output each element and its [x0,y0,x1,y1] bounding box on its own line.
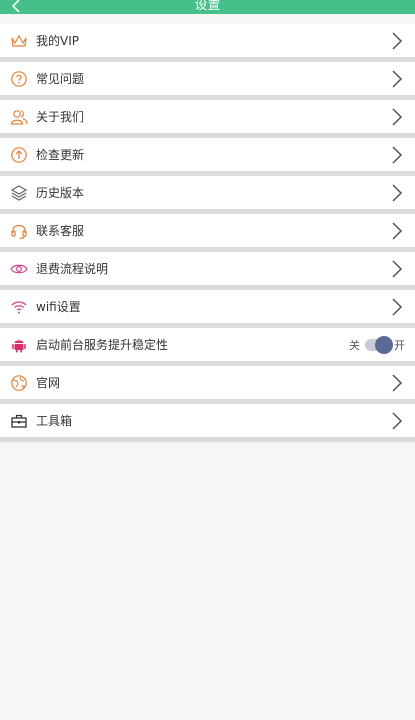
row-label: 历史版本 [36,186,85,200]
chevron-right-icon [391,221,403,241]
chevron-right-icon [391,107,403,127]
row-label: 我的VIP [36,34,79,48]
toggle-on-label: 开 [394,338,405,352]
chevron-right-icon [391,297,403,317]
row-toolbox[interactable]: 工具箱 [0,404,415,442]
globe-icon [10,374,28,392]
row-label: 退费流程说明 [36,262,109,276]
chevron-right-icon [391,69,403,89]
page-title: 设置 [194,0,221,13]
upload-icon [10,146,28,164]
row-label: 联系客服 [36,224,85,238]
chevron-right-icon [391,259,403,279]
row-label: 常见问题 [36,72,85,86]
row-label: wifi设置 [36,300,81,314]
crown-icon [10,32,28,50]
toggle-knob [375,335,393,354]
chevron-right-icon [391,373,403,393]
toolbox-icon [10,412,28,430]
row-about-us[interactable]: 关于我们 [0,100,415,138]
layers-icon [10,184,28,202]
row-label: 关于我们 [36,110,85,124]
chevron-right-icon [391,411,403,431]
chevron-right-icon [391,31,403,51]
row-refund-process[interactable]: 退费流程说明 [0,252,415,290]
row-label: 工具箱 [36,414,73,428]
row-my-vip[interactable]: 我的VIP [0,24,415,62]
foreground-service-toggle[interactable] [365,335,393,354]
people-icon [10,108,28,126]
toggle-off-label: 关 [349,338,360,352]
settings-list: 我的VIP 常见问题 关于我们 检查更新 历史版本 联系客服 退费流程说明 wi… [0,24,415,442]
top-bar: 设置 [0,0,415,14]
chevron-right-icon [391,183,403,203]
row-faq[interactable]: 常见问题 [0,62,415,100]
row-label: 官网 [36,376,61,390]
foreground-service-toggle-group: 关 开 [349,335,405,354]
row-check-update[interactable]: 检查更新 [0,138,415,176]
back-arrow-icon[interactable] [8,0,26,14]
android-icon [10,336,28,354]
row-wifi-settings[interactable]: wifi设置 [0,290,415,328]
eye-icon [10,260,28,278]
row-official-website[interactable]: 官网 [0,366,415,404]
row-contact-support[interactable]: 联系客服 [0,214,415,252]
chevron-right-icon [391,145,403,165]
row-label: 检查更新 [36,148,85,162]
headset-icon [10,222,28,240]
row-history-versions[interactable]: 历史版本 [0,176,415,214]
wifi-icon [10,298,28,316]
row-foreground-service: 启动前台服务提升稳定性 关 开 [0,328,415,366]
question-icon [10,70,28,88]
row-label: 启动前台服务提升稳定性 [36,338,169,352]
